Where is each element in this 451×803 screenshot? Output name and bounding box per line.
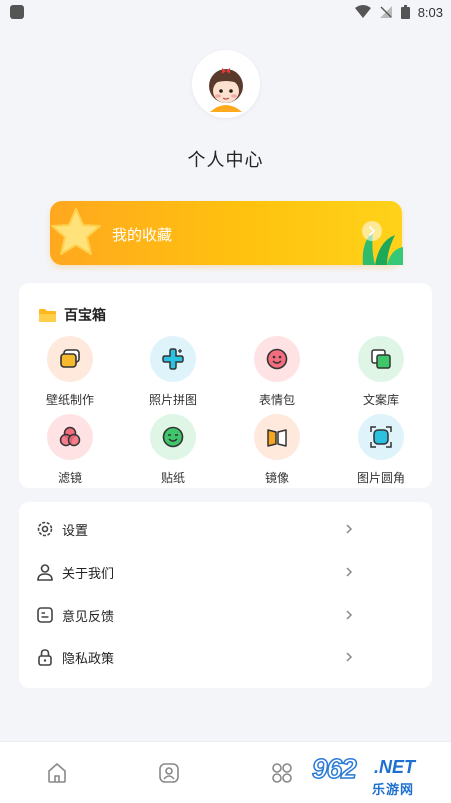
wifi-icon bbox=[354, 5, 371, 18]
tool-label: 壁纸制作 bbox=[45, 393, 94, 407]
tool-mirror[interactable]: 镜像 bbox=[237, 414, 317, 486]
wallpaper-icon bbox=[60, 349, 80, 368]
chevron-right-icon bbox=[346, 652, 353, 662]
favorites-label: 我的收藏 bbox=[112, 226, 173, 244]
tool-sticker[interactable]: 贴纸 bbox=[133, 414, 213, 486]
tool-label: 图片圆角 bbox=[356, 471, 405, 485]
chevron-right-icon bbox=[369, 226, 376, 236]
tool-wallpaper[interactable]: 壁纸制作 bbox=[30, 336, 110, 408]
chevron-right-icon bbox=[346, 610, 353, 620]
tool-collage[interactable]: 照片拼图 bbox=[133, 336, 213, 408]
tool-icon-bg bbox=[254, 414, 300, 460]
menu-label: 意见反馈 bbox=[62, 609, 115, 625]
user-icon bbox=[35, 562, 55, 582]
collage-icon bbox=[162, 348, 184, 370]
lock-icon bbox=[35, 647, 55, 667]
menu-label: 隐私政策 bbox=[62, 651, 115, 667]
status-bar: 8:03 bbox=[0, 0, 451, 24]
home-icon bbox=[48, 763, 66, 783]
avatar-girl-illustration bbox=[192, 50, 260, 118]
menu-label: 关于我们 bbox=[62, 566, 115, 582]
copy-library-icon bbox=[371, 349, 391, 369]
tool-round-corner[interactable]: 图片圆角 bbox=[341, 414, 421, 486]
nav-profile[interactable] bbox=[157, 761, 181, 785]
round-corner-icon bbox=[370, 426, 392, 448]
mirror-icon bbox=[267, 429, 287, 447]
toolbox-card: 百宝箱 壁纸制作 照片拼图 表情包 文案库 滤镜 贴纸 镜像 图片圆角 bbox=[19, 283, 432, 488]
tool-label: 表情包 bbox=[258, 393, 295, 407]
folder-icon bbox=[39, 308, 56, 322]
menu-item-privacy[interactable]: 隐私政策 bbox=[19, 636, 432, 678]
tool-icon-bg bbox=[358, 336, 404, 382]
watermark-domain: .NET bbox=[374, 757, 416, 777]
tool-icon-bg bbox=[358, 414, 404, 460]
toolbox-title: 百宝箱 bbox=[64, 308, 106, 324]
no-signal-icon bbox=[379, 6, 392, 18]
chevron-right-icon bbox=[346, 567, 353, 577]
tool-copy-library[interactable]: 文案库 bbox=[341, 336, 421, 408]
favorites-arrow-button[interactable] bbox=[362, 221, 382, 241]
chevron-right-icon bbox=[346, 524, 353, 534]
menu-item-about[interactable]: 关于我们 bbox=[19, 551, 432, 593]
tool-label: 文案库 bbox=[362, 393, 399, 407]
tool-icon-bg bbox=[254, 336, 300, 382]
tool-label: 镜像 bbox=[264, 471, 289, 485]
tool-label: 照片拼图 bbox=[148, 393, 197, 407]
watermark-text: 乐游网 bbox=[372, 782, 415, 797]
menu-label: 设置 bbox=[62, 523, 89, 539]
tool-label: 贴纸 bbox=[160, 471, 185, 485]
star-icon bbox=[51, 208, 101, 255]
tool-label: 滤镜 bbox=[57, 471, 82, 485]
tool-icon-bg bbox=[47, 336, 93, 382]
battery-icon bbox=[400, 5, 410, 19]
app-notification-icon bbox=[10, 5, 24, 19]
filter-icon bbox=[59, 426, 81, 447]
tool-icon-bg bbox=[47, 414, 93, 460]
page-title: 个人中心 bbox=[187, 150, 264, 171]
watermark-number: 962 bbox=[311, 752, 357, 785]
grid-icon bbox=[272, 763, 292, 783]
nav-home[interactable] bbox=[45, 761, 69, 785]
favorites-banner[interactable]: 我的收藏 bbox=[50, 201, 402, 265]
watermark-logo: 962 .NET 乐游网 bbox=[311, 752, 448, 799]
status-time: 8:03 bbox=[417, 4, 443, 20]
profile-icon bbox=[159, 763, 179, 783]
gear-icon bbox=[35, 519, 55, 539]
sticker-icon bbox=[162, 426, 184, 448]
feedback-icon bbox=[35, 605, 55, 625]
nav-toolbox[interactable] bbox=[270, 761, 294, 785]
tool-icon-bg bbox=[150, 336, 196, 382]
menu-card: 设置 关于我们 意见反馈 隐私政策 bbox=[19, 502, 432, 688]
menu-item-settings[interactable]: 设置 bbox=[19, 508, 432, 550]
avatar[interactable] bbox=[192, 50, 260, 118]
menu-item-feedback[interactable]: 意见反馈 bbox=[19, 594, 432, 636]
tool-filter[interactable]: 滤镜 bbox=[30, 414, 110, 486]
tool-emoji[interactable]: 表情包 bbox=[237, 336, 317, 408]
emoji-icon bbox=[266, 348, 288, 370]
tool-icon-bg bbox=[150, 414, 196, 460]
